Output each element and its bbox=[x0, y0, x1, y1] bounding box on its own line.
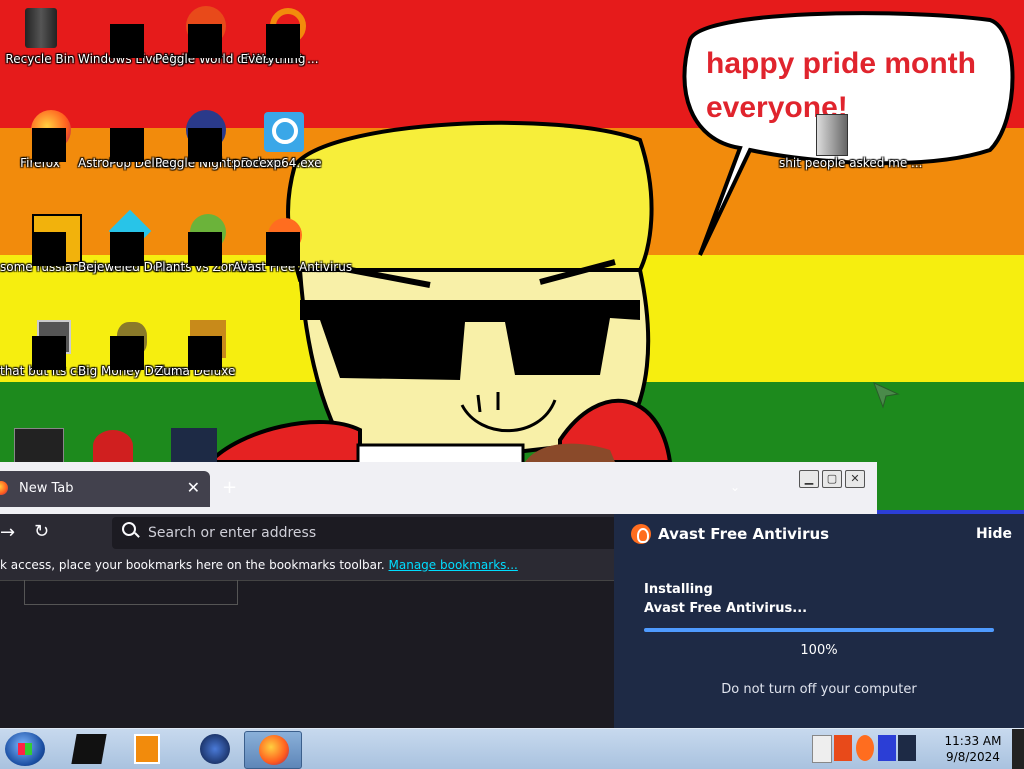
avast-tray-icon[interactable] bbox=[856, 735, 874, 761]
search-icon bbox=[122, 522, 136, 536]
windows-live-mail-icon bbox=[95, 6, 144, 58]
desktop-icon-folder[interactable]: shit people asked me ... bbox=[779, 104, 923, 171]
avast-install-popup: Avast Free Antivirus Hide Installing Ava… bbox=[614, 514, 1024, 728]
taskbar-firefox[interactable] bbox=[244, 731, 302, 769]
taskbar-media-player[interactable] bbox=[120, 731, 176, 767]
everything-icon bbox=[250, 6, 306, 58]
progress-percent: 100% bbox=[800, 643, 838, 658]
popup-title: Avast Free Antivirus bbox=[658, 525, 830, 543]
recycle-bin-icon bbox=[17, 6, 63, 52]
avast-logo-icon bbox=[631, 524, 651, 544]
volume-icon[interactable] bbox=[898, 735, 916, 761]
desktop-icon-peggle-wow[interactable]: Peggle World of Warcraft ... bbox=[155, 0, 319, 67]
hide-button[interactable]: Hide bbox=[976, 526, 1012, 542]
installing-line-1: Installing bbox=[644, 582, 713, 597]
taskbar-globe[interactable] bbox=[186, 731, 242, 767]
firefox-icon bbox=[259, 735, 289, 765]
tab-label: New Tab bbox=[19, 481, 74, 496]
clock-time: 11:33 AM bbox=[944, 734, 1002, 748]
windows-logo-icon bbox=[18, 743, 32, 755]
bejeweled-deluxe-icon bbox=[95, 209, 152, 266]
astropop-deluxe-icon bbox=[95, 110, 144, 162]
desktop-icon-bejeweled[interactable]: Bejeweled Deluxe bbox=[78, 208, 185, 275]
that-but-its-csharp-icon bbox=[17, 318, 71, 370]
desktop-icon-zuma[interactable]: Zuma Deluxe bbox=[155, 312, 235, 379]
new-tab-button[interactable]: + bbox=[222, 477, 237, 498]
plants-vs-zombies-icon bbox=[172, 214, 226, 266]
installing-line-2: Avast Free Antivirus... bbox=[644, 601, 808, 616]
desktop-icon-pvz[interactable]: Plants vs Zombies bbox=[155, 208, 264, 275]
some-russian-ran-a-rat-icon bbox=[17, 214, 82, 266]
folder-icon bbox=[796, 110, 848, 156]
globe-icon bbox=[200, 734, 230, 764]
icon-label: Recycle Bin bbox=[5, 52, 75, 66]
start-button[interactable] bbox=[5, 732, 45, 766]
partial-desktop-icon[interactable] bbox=[171, 428, 217, 462]
partial-desktop-icon[interactable] bbox=[14, 428, 64, 464]
avast-free-antivirus-icon bbox=[250, 214, 302, 266]
progress-bar bbox=[644, 628, 994, 632]
close-button[interactable]: ✕ bbox=[845, 470, 865, 488]
desktop-icon-firefox[interactable]: Firefox bbox=[0, 104, 80, 171]
firefox-icon bbox=[0, 481, 8, 495]
desktop-icon-that-but-csharp[interactable]: that but its c# bbox=[0, 312, 87, 379]
procexp64-icon bbox=[250, 110, 304, 156]
desktop-icon-astropop[interactable]: AstroPop Deluxe bbox=[78, 104, 176, 171]
taskbar-clock[interactable]: 11:33 AM 9/8/2024 bbox=[934, 733, 1012, 765]
desktop-icon-peggle-nights[interactable]: Peggle Nights Deluxe bbox=[155, 104, 283, 171]
show-hidden-icons-icon[interactable] bbox=[812, 735, 832, 763]
warning-text: Do not turn off your computer bbox=[721, 682, 917, 697]
desktop-icon-big-money[interactable]: Big Money Deluxe bbox=[78, 312, 186, 379]
media-player-icon bbox=[134, 734, 160, 764]
icon-label: procexp64.exe bbox=[233, 156, 322, 170]
minimize-button[interactable]: ▁ bbox=[799, 470, 819, 488]
manage-bookmarks-link[interactable]: Manage bookmarks... bbox=[389, 558, 518, 572]
big-money-deluxe-icon bbox=[95, 318, 147, 370]
clock-date: 9/8/2024 bbox=[946, 750, 1000, 764]
zuma-deluxe-icon bbox=[172, 318, 226, 370]
desktop-icon-recycle-bin[interactable]: Recycle Bin bbox=[0, 0, 80, 67]
peggle-world-of-warcraft-icon bbox=[172, 6, 226, 58]
maximize-button[interactable]: ▢ bbox=[822, 470, 842, 488]
desktop-icon-everything[interactable]: Everything bbox=[233, 0, 313, 67]
icon-label: shit people asked me ... bbox=[779, 156, 923, 170]
show-desktop-button[interactable] bbox=[1012, 729, 1024, 769]
desktop-icon-russian-rat[interactable]: some russian ran a rat bbox=[0, 208, 136, 275]
bookmarks-hint: k access, place your bookmarks here on t… bbox=[0, 558, 385, 572]
recycle-bin-icon bbox=[71, 734, 107, 764]
system-tray bbox=[812, 731, 916, 765]
desktop-icon-windows-live-mail[interactable]: Windows Live Mail bbox=[78, 0, 188, 67]
progress-bar-fill bbox=[644, 628, 994, 632]
list-all-tabs-button[interactable]: ⌄ bbox=[730, 480, 740, 494]
network-icon[interactable] bbox=[878, 735, 896, 761]
tab-new-tab[interactable]: New Tab ✕ bbox=[0, 471, 210, 507]
peggle-nights-deluxe-icon bbox=[172, 110, 226, 162]
firefox-icon bbox=[17, 110, 71, 162]
reload-button[interactable]: ↻ bbox=[34, 521, 49, 542]
forward-button[interactable]: → bbox=[0, 522, 15, 543]
taskbar-recycle-bin[interactable] bbox=[60, 731, 116, 767]
peggle-tray-icon[interactable] bbox=[834, 735, 852, 761]
desktop-icon-procexp64[interactable]: procexp64.exe bbox=[233, 104, 322, 171]
desktop-icon-avast[interactable]: Avast Free Antivirus bbox=[233, 208, 352, 275]
installing-status: Installing Avast Free Antivirus... bbox=[644, 580, 807, 618]
taskbar: 11:33 AM 9/8/2024 bbox=[0, 728, 1024, 769]
browser-titlebar[interactable]: New Tab ✕ + ⌄ ▁ ▢ ✕ bbox=[0, 462, 877, 514]
partial-desktop-icon[interactable] bbox=[93, 430, 133, 462]
page-content-box bbox=[24, 580, 238, 605]
tab-close-button[interactable]: ✕ bbox=[187, 478, 200, 497]
address-bar-placeholder: Search or enter address bbox=[148, 525, 317, 541]
